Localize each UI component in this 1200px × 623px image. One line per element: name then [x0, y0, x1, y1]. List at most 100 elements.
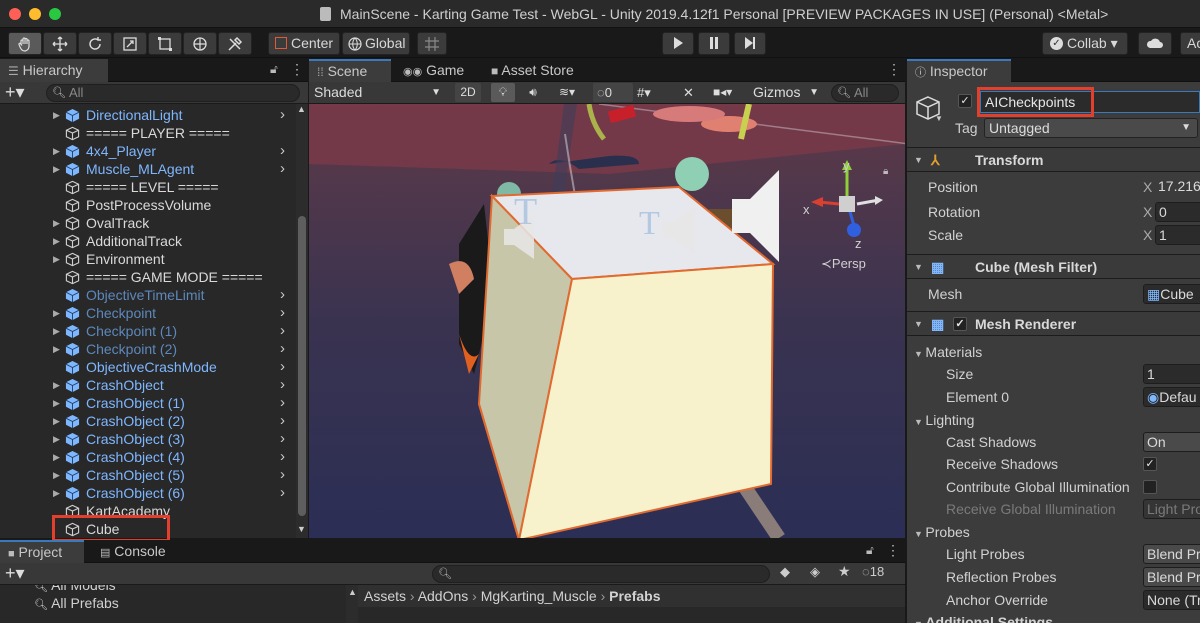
hierarchy-item[interactable]: ▶ CrashObject (1) ›	[0, 394, 296, 412]
expand-arrow-icon[interactable]: ▶	[53, 106, 63, 124]
favorite-item[interactable]: 🔍︎ All Models	[34, 585, 116, 593]
expand-arrow-icon[interactable]: ▶	[53, 466, 63, 484]
hierarchy-item[interactable]: ▶ CrashObject (5) ›	[0, 466, 296, 484]
grid-toggle-button[interactable]: #▾	[637, 83, 679, 102]
size-field[interactable]: 1	[1143, 364, 1200, 384]
expand-arrow-icon[interactable]: ▶	[53, 322, 63, 340]
scene-visibility-button[interactable]: ◌0	[593, 83, 633, 102]
rotate-tool-button[interactable]	[78, 32, 112, 55]
scroll-down-icon[interactable]: ▼	[297, 524, 306, 534]
active-checkbox[interactable]: ✓	[958, 94, 972, 108]
probes-foldout[interactable]: ▼ Probes	[914, 521, 970, 543]
position-x-field[interactable]: 17.216	[1155, 177, 1200, 197]
minimize-window-button[interactable]	[29, 8, 41, 20]
open-prefab-chevron-icon[interactable]: ›	[280, 430, 285, 448]
hierarchy-item[interactable]: ▶ Checkpoint ›	[0, 304, 296, 322]
scroll-up-icon[interactable]: ▲	[348, 587, 357, 597]
hierarchy-item[interactable]: ===== LEVEL =====	[0, 178, 296, 196]
gizmos-dropdown[interactable]: Gizmos ▼	[749, 82, 821, 103]
audio-toggle-button[interactable]: 🔊︎	[521, 83, 545, 102]
anchor-override-field[interactable]: None (Tr	[1143, 590, 1200, 610]
kebab-menu-icon[interactable]: ⋮	[886, 542, 900, 559]
tag-dropdown[interactable]: Untagged ▼	[984, 118, 1198, 138]
breadcrumb-item-current[interactable]: Prefabs	[609, 588, 660, 604]
open-prefab-chevron-icon[interactable]: ›	[280, 358, 285, 376]
breadcrumb-item[interactable]: Assets	[364, 588, 406, 604]
open-prefab-chevron-icon[interactable]: ›	[280, 304, 285, 322]
expand-arrow-icon[interactable]: ▶	[53, 160, 63, 178]
light-probes-dropdown[interactable]: Blend Pr	[1143, 544, 1200, 564]
expand-arrow-icon[interactable]: ▶	[53, 340, 63, 358]
open-prefab-chevron-icon[interactable]: ›	[280, 412, 285, 430]
hierarchy-item[interactable]: ===== PLAYER =====	[0, 124, 296, 142]
play-button[interactable]	[662, 32, 694, 55]
hierarchy-item[interactable]: ▶ Environment	[0, 250, 296, 268]
mesh-renderer-component-header[interactable]: ▼ ▦ ✓ Mesh Renderer	[907, 311, 1200, 336]
additional-settings-foldout[interactable]: ▼ Additional Settings	[914, 611, 1053, 623]
gizmo-lock-icon[interactable]: 🔒︎	[883, 166, 888, 177]
icon-dropdown-arrow-icon[interactable]: ▼	[935, 114, 943, 123]
collab-button[interactable]: ✓ Collab ▾	[1042, 32, 1128, 55]
account-button[interactable]: Ac	[1180, 32, 1200, 55]
create-add-button[interactable]: +▾	[5, 563, 25, 583]
open-prefab-chevron-icon[interactable]: ›	[280, 466, 285, 484]
open-prefab-chevron-icon[interactable]: ›	[280, 394, 285, 412]
pause-button[interactable]	[698, 32, 730, 55]
hierarchy-item[interactable]: ▶ 4x4_Player ›	[0, 142, 296, 160]
tab-project[interactable]: ■ Project	[0, 540, 84, 563]
scale-tool-button[interactable]	[113, 32, 147, 55]
lock-icon[interactable]: 🔓︎	[270, 62, 278, 77]
step-button[interactable]	[734, 32, 766, 55]
open-prefab-chevron-icon[interactable]: ›	[280, 322, 285, 340]
rotation-x-field[interactable]: 0	[1155, 202, 1200, 222]
tab-inspector[interactable]: ⓘ Inspector	[907, 59, 1011, 82]
tab-console[interactable]: ▤ Console	[92, 540, 182, 563]
lighting-toggle-button[interactable]: 💡︎	[491, 83, 515, 102]
open-prefab-chevron-icon[interactable]: ›	[280, 340, 285, 358]
receive-shadows-checkbox[interactable]: ✓	[1143, 457, 1157, 471]
shading-mode-dropdown[interactable]: Shaded ▼	[309, 82, 445, 103]
hierarchy-item[interactable]: PostProcessVolume	[0, 196, 296, 214]
hierarchy-item[interactable]: ▶ OvalTrack	[0, 214, 296, 232]
hierarchy-item[interactable]: ▶ CrashObject (4) ›	[0, 448, 296, 466]
snap-grid-button[interactable]	[417, 32, 447, 55]
hierarchy-item[interactable]: ▶ DirectionalLight ›	[0, 106, 296, 124]
transform-component-header[interactable]: ▼ ⅄ Transform	[907, 147, 1200, 172]
expand-arrow-icon[interactable]: ▶	[53, 484, 63, 502]
expand-arrow-icon[interactable]: ▶	[53, 304, 63, 322]
project-left-scrollbar[interactable]: ▲	[346, 585, 358, 623]
hierarchy-item[interactable]: ObjectiveTimeLimit ›	[0, 286, 296, 304]
receive-gi-dropdown[interactable]: Light Pro	[1143, 499, 1200, 519]
hierarchy-item[interactable]: ▶ AdditionalTrack	[0, 232, 296, 250]
filter-label-icon[interactable]: ◈	[810, 564, 820, 580]
tab-hierarchy[interactable]: ☰ Hierarchy	[0, 59, 108, 82]
expand-arrow-icon[interactable]: ▶	[53, 394, 63, 412]
move-tool-button[interactable]	[43, 32, 77, 55]
pivot-center-button[interactable]: Center	[268, 32, 340, 55]
favorite-star-icon[interactable]: ★	[838, 563, 851, 580]
hidden-packages-toggle[interactable]: ◌18	[862, 564, 884, 579]
materials-foldout[interactable]: ▼ Materials	[914, 341, 982, 363]
breadcrumb-item[interactable]: AddOns	[418, 588, 469, 604]
hierarchy-item[interactable]: ▶ Checkpoint (1) ›	[0, 322, 296, 340]
open-prefab-chevron-icon[interactable]: ›	[280, 106, 285, 124]
open-prefab-chevron-icon[interactable]: ›	[280, 160, 285, 178]
pivot-global-button[interactable]: Global	[342, 32, 410, 55]
hierarchy-item[interactable]: ▶ CrashObject (6) ›	[0, 484, 296, 502]
hierarchy-search-input[interactable]: 🔍︎ All	[46, 84, 300, 102]
create-add-button[interactable]: +▾	[5, 82, 25, 102]
mesh-object-field[interactable]: ▦Cube	[1143, 284, 1200, 304]
hierarchy-item[interactable]: ▶ Checkpoint (2) ›	[0, 340, 296, 358]
effects-toggle-button[interactable]: ≋▾	[549, 83, 585, 102]
lock-icon[interactable]: 🔓︎	[866, 543, 874, 558]
hierarchy-item[interactable]: ▶ CrashObject (3) ›	[0, 430, 296, 448]
project-search-input[interactable]: 🔍︎	[432, 565, 770, 583]
breadcrumb-item[interactable]: MgKarting_Muscle	[481, 588, 597, 604]
favorite-item[interactable]: 🔍︎ All Prefabs	[34, 595, 119, 611]
expand-arrow-icon[interactable]: ▶	[53, 376, 63, 394]
rect-tool-button[interactable]	[148, 32, 182, 55]
reflection-probes-dropdown[interactable]: Blend Pr	[1143, 567, 1200, 587]
expand-arrow-icon[interactable]: ▶	[53, 250, 63, 268]
tab-scene[interactable]: ⁞⁞ Scene	[309, 59, 391, 82]
scroll-up-icon[interactable]: ▲	[297, 104, 306, 114]
